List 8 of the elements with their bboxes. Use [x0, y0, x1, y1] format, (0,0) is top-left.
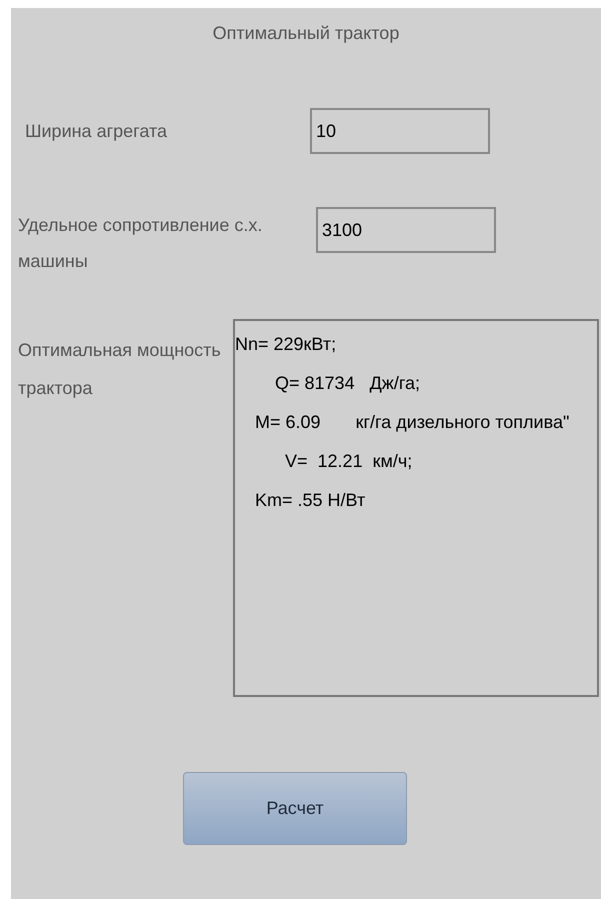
field-label: Ширина агрегата	[25, 120, 168, 143]
calculate-button[interactable]: Расчет	[183, 772, 407, 845]
field-label: Оптимальная мощность трактора	[18, 339, 222, 400]
result-field[interactable]: Nn= 229кВт; Q= 81734 Дж/га; M= 6.09 кг/га дизельного топлива" V= 12.21 км/ч; Km= .55 Н/Вт	[233, 319, 599, 697]
input-field[interactable]: 3100	[316, 207, 496, 253]
form-title: Оптимальный трактор	[212, 22, 400, 45]
input-field[interactable]: 10	[310, 108, 490, 154]
field-label: Удельное сопротивление с.х. машины	[18, 214, 264, 273]
